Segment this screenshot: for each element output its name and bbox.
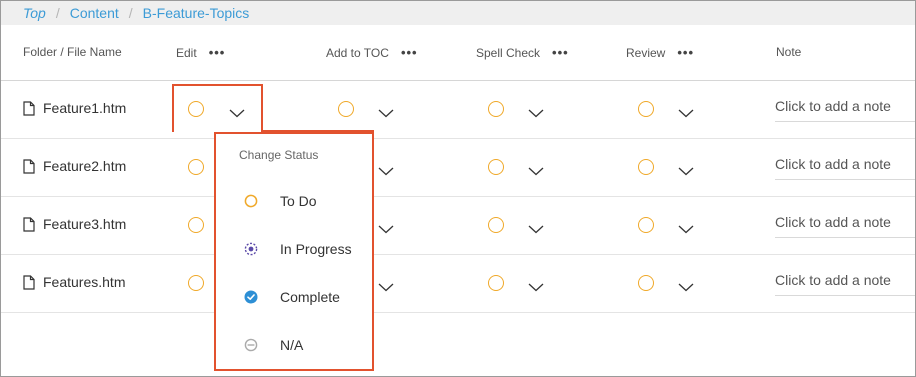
status-option-todo[interactable]: To Do [216,181,372,221]
status-option-label: N/A [280,337,304,353]
edit-column-menu-icon[interactable]: ••• [209,45,226,60]
spell-status-icon[interactable] [488,101,504,117]
file-icon [23,158,35,174]
spell-chevron-down-icon[interactable] [528,279,544,292]
complete-check-icon [244,290,258,304]
column-edit-label: Edit [176,45,197,60]
table-row: Features.htm Click to add a note [1,255,915,313]
change-status-menu: Change Status To Do In Progress Complete… [214,132,374,371]
status-option-label: To Do [280,193,317,209]
breadcrumb: Top / Content / B-Feature-Topics [1,1,915,25]
status-option-in-progress[interactable]: In Progress [216,229,372,269]
edit-status-icon[interactable] [188,217,204,233]
menu-title: Change Status [239,148,319,162]
note-field[interactable]: Click to add a note [775,154,915,180]
file-name: Features.htm [43,274,126,290]
in-progress-icon [244,242,258,256]
file-name: Feature1.htm [43,100,127,116]
column-review-label: Review [626,45,666,60]
toc-chevron-down-icon[interactable] [378,105,394,118]
note-field[interactable]: Click to add a note [775,270,915,296]
spell-chevron-down-icon[interactable] [528,105,544,118]
todo-circle-icon [244,194,258,208]
toc-column-menu-icon[interactable]: ••• [401,45,418,60]
file-name: Feature3.htm [43,216,127,232]
spell-status-icon[interactable] [488,217,504,233]
review-column-menu-icon[interactable]: ••• [677,45,694,60]
column-note-label: Note [776,45,802,59]
breadcrumb-separator: / [55,5,60,21]
toc-chevron-down-icon[interactable] [378,221,394,234]
column-toc-label: Add to TOC [326,45,389,60]
column-spell-label: Spell Check [476,45,541,60]
column-header-edit: Edit ••• [176,45,225,60]
breadcrumb-folder[interactable]: B-Feature-Topics [143,5,250,21]
spell-status-icon[interactable] [488,159,504,175]
column-header-review: Review ••• [626,45,694,60]
breadcrumb-content[interactable]: Content [70,5,119,21]
review-status-icon[interactable] [638,275,654,291]
status-option-na[interactable]: N/A [216,325,372,365]
review-chevron-down-icon[interactable] [678,221,694,234]
note-field[interactable]: Click to add a note [775,212,915,238]
table-header: Folder / File Name Edit ••• Add to TOC •••… [1,25,915,81]
file-name-cell[interactable]: Feature1.htm [23,100,126,116]
review-status-icon[interactable] [638,217,654,233]
edit-status-highlight [172,84,263,132]
status-option-complete[interactable]: Complete [216,277,372,317]
table-row: Feature1.htm Click to add a note [1,81,915,139]
file-icon [23,100,35,116]
status-option-label: In Progress [280,241,352,257]
file-name-cell[interactable]: Features.htm [23,274,125,290]
spell-chevron-down-icon[interactable] [528,163,544,176]
column-header-name: Folder / File Name [23,45,122,59]
table-row: Feature2.htm Click to add a note [1,139,915,197]
status-board: Top / Content / B-Feature-Topics Folder … [0,0,916,377]
toc-chevron-down-icon[interactable] [378,279,394,292]
breadcrumb-top[interactable]: Top [23,5,46,21]
spell-column-menu-icon[interactable]: ••• [552,45,569,60]
review-status-icon[interactable] [638,101,654,117]
review-status-icon[interactable] [638,159,654,175]
na-icon [244,338,258,352]
spell-chevron-down-icon[interactable] [528,221,544,234]
review-chevron-down-icon[interactable] [678,163,694,176]
file-name-cell[interactable]: Feature3.htm [23,216,126,232]
column-header-toc: Add to TOC ••• [326,45,418,60]
file-icon [23,216,35,232]
toc-chevron-down-icon[interactable] [378,163,394,176]
file-name: Feature2.htm [43,158,127,174]
column-header-spell: Spell Check ••• [476,45,569,60]
toc-status-icon[interactable] [338,101,354,117]
column-header-note: Note [776,45,801,59]
status-option-label: Complete [280,289,340,305]
column-name-label: Folder / File Name [23,45,122,59]
edit-status-icon[interactable] [188,275,204,291]
table-row: Feature3.htm Click to add a note [1,197,915,255]
review-chevron-down-icon[interactable] [678,279,694,292]
breadcrumb-separator: / [128,5,133,21]
note-field[interactable]: Click to add a note [775,96,915,122]
edit-status-icon[interactable] [188,159,204,175]
file-name-cell[interactable]: Feature2.htm [23,158,126,174]
review-chevron-down-icon[interactable] [678,105,694,118]
file-icon [23,274,35,290]
spell-status-icon[interactable] [488,275,504,291]
